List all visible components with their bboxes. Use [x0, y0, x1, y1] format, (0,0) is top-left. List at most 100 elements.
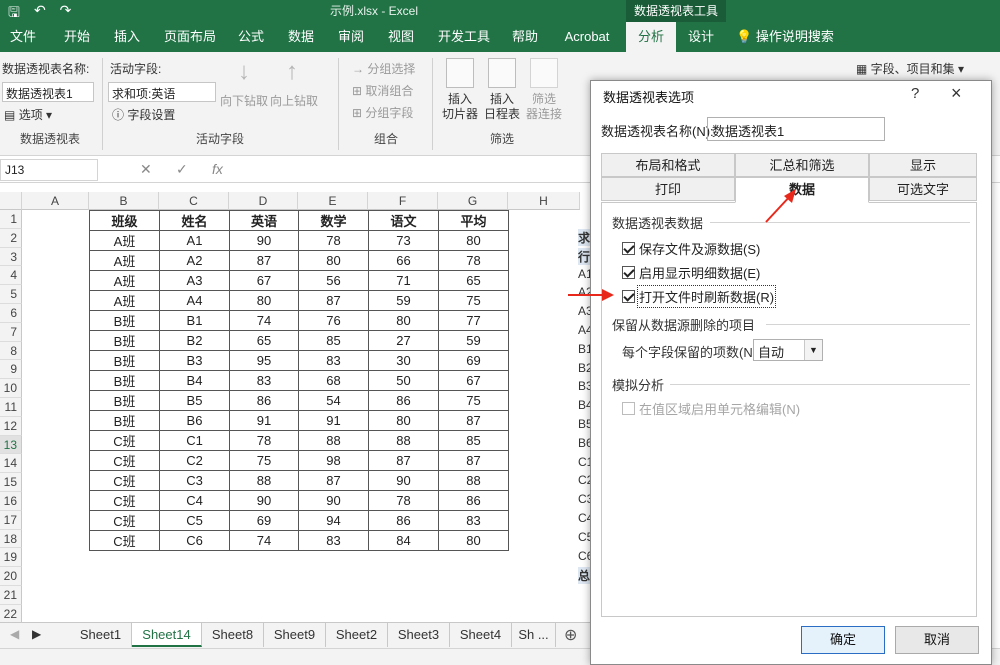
cell[interactable]: C3	[159, 470, 230, 491]
col-header[interactable]: H	[508, 192, 580, 210]
tab-acrobat[interactable]: Acrobat	[552, 22, 622, 52]
header-cell[interactable]: 姓名	[159, 210, 230, 231]
tab-data[interactable]: 数据	[735, 177, 869, 203]
fields-items-sets-button[interactable]: ▦ 字段、项目和集 ▾	[856, 60, 964, 77]
name-box[interactable]: J13	[0, 159, 98, 181]
cell[interactable]: 85	[298, 330, 369, 351]
row-header[interactable]: 20	[0, 567, 22, 586]
row-header[interactable]: 12	[0, 416, 22, 436]
cell[interactable]: 30	[368, 350, 439, 371]
cell[interactable]: C班	[89, 490, 160, 511]
cancel-icon[interactable]: ✕	[140, 161, 152, 178]
insert-timeline-button[interactable]: 插入 日程表	[482, 92, 522, 122]
cell[interactable]: 50	[368, 370, 439, 391]
col-header[interactable]: D	[229, 192, 298, 210]
cell[interactable]: 88	[368, 430, 439, 451]
cell[interactable]: C4	[159, 490, 230, 511]
cell[interactable]: B5	[159, 390, 230, 411]
cell[interactable]: A2	[159, 250, 230, 271]
tab-totals-filters[interactable]: 汇总和筛选	[735, 153, 869, 177]
cell[interactable]: 80	[368, 310, 439, 331]
cell[interactable]: A班	[89, 290, 160, 311]
cell[interactable]: 59	[438, 330, 509, 351]
cell[interactable]: 94	[298, 510, 369, 531]
cell[interactable]: 90	[298, 490, 369, 511]
col-header[interactable]: C	[159, 192, 229, 210]
tab-review[interactable]: 审阅	[328, 22, 374, 52]
cell[interactable]: B班	[89, 350, 160, 371]
sheet-tab[interactable]: Sheet9	[264, 623, 326, 647]
cell[interactable]: C6	[159, 530, 230, 551]
cell[interactable]: A班	[89, 270, 160, 291]
col-header[interactable]: B	[89, 192, 159, 210]
row-header[interactable]: 10	[0, 379, 22, 398]
insert-slicer-button[interactable]: 插入 切片器	[440, 92, 480, 122]
cell[interactable]: 66	[368, 250, 439, 271]
cell[interactable]: B1	[159, 310, 230, 331]
cell[interactable]: 90	[229, 490, 299, 511]
sheet-tab[interactable]: Sheet3	[388, 623, 450, 647]
col-header[interactable]: A	[22, 192, 89, 210]
cell[interactable]: 74	[229, 310, 299, 331]
row-header[interactable]: 5	[0, 285, 22, 304]
row-header[interactable]: 7	[0, 322, 22, 342]
cell[interactable]: C班	[89, 510, 160, 531]
sheet-tab[interactable]: Sheet8	[202, 623, 264, 647]
cell[interactable]: 78	[438, 250, 509, 271]
help-icon[interactable]: ?	[911, 85, 919, 102]
col-header[interactable]: F	[368, 192, 438, 210]
cell[interactable]: B班	[89, 370, 160, 391]
tab-analyze[interactable]: 分析	[626, 22, 676, 52]
row-header[interactable]: 15	[0, 473, 22, 492]
options-button[interactable]: ▤ 选项 ▾	[4, 106, 52, 123]
cell[interactable]: A班	[89, 230, 160, 251]
row-header[interactable]: 1	[0, 210, 22, 229]
cell[interactable]: B班	[89, 410, 160, 431]
cell[interactable]: C1	[159, 430, 230, 451]
drill-up-button[interactable]: 向上钻取	[270, 92, 318, 109]
cell[interactable]: 78	[298, 230, 369, 251]
tab-design[interactable]: 设计	[678, 22, 724, 52]
cell[interactable]: 78	[368, 490, 439, 511]
cell[interactable]: 83	[229, 370, 299, 391]
cell[interactable]: B2	[159, 330, 230, 351]
cell[interactable]: 84	[368, 530, 439, 551]
cell[interactable]: 87	[438, 450, 509, 471]
cell[interactable]: B班	[89, 390, 160, 411]
cell[interactable]: B班	[89, 330, 160, 351]
cell[interactable]: 65	[229, 330, 299, 351]
cell[interactable]: 83	[298, 350, 369, 371]
cell[interactable]: 68	[298, 370, 369, 391]
retain-items-dropdown[interactable]: 自动 ▼	[753, 339, 823, 361]
function-icon[interactable]: fx	[212, 161, 223, 177]
cell[interactable]: B班	[89, 310, 160, 331]
tab-file[interactable]: 文件	[0, 22, 46, 52]
cell[interactable]: C班	[89, 470, 160, 491]
tab-layout-format[interactable]: 布局和格式	[601, 153, 735, 177]
cancel-button[interactable]: 取消	[895, 626, 979, 654]
cell[interactable]: 76	[298, 310, 369, 331]
sheet-tab[interactable]: Sheet4	[450, 623, 512, 647]
row-header[interactable]: 8	[0, 341, 22, 361]
cell[interactable]: A3	[159, 270, 230, 291]
row-header[interactable]: 21	[0, 586, 22, 605]
sheet-tab-active[interactable]: Sheet14	[132, 623, 202, 647]
cell[interactable]: 75	[438, 390, 509, 411]
cell[interactable]: 80	[368, 410, 439, 431]
tab-data[interactable]: 数据	[278, 22, 324, 52]
tab-alt-text[interactable]: 可选文字	[869, 177, 977, 201]
cell[interactable]: 80	[229, 290, 299, 311]
header-cell[interactable]: 班级	[89, 210, 160, 231]
cell[interactable]: C班	[89, 450, 160, 471]
pivot-name-input[interactable]: 数据透视表1	[2, 82, 94, 102]
cell[interactable]: 86	[438, 490, 509, 511]
row-header[interactable]: 11	[0, 398, 22, 417]
cell[interactable]: 69	[229, 510, 299, 531]
row-header[interactable]: 13	[0, 435, 22, 455]
header-cell[interactable]: 语文	[368, 210, 439, 231]
scroll-right-icon[interactable]: ▶	[32, 627, 41, 641]
header-cell[interactable]: 数学	[298, 210, 369, 231]
cell[interactable]: 75	[438, 290, 509, 311]
cell[interactable]: C班	[89, 530, 160, 551]
select-all-corner[interactable]	[0, 192, 22, 210]
